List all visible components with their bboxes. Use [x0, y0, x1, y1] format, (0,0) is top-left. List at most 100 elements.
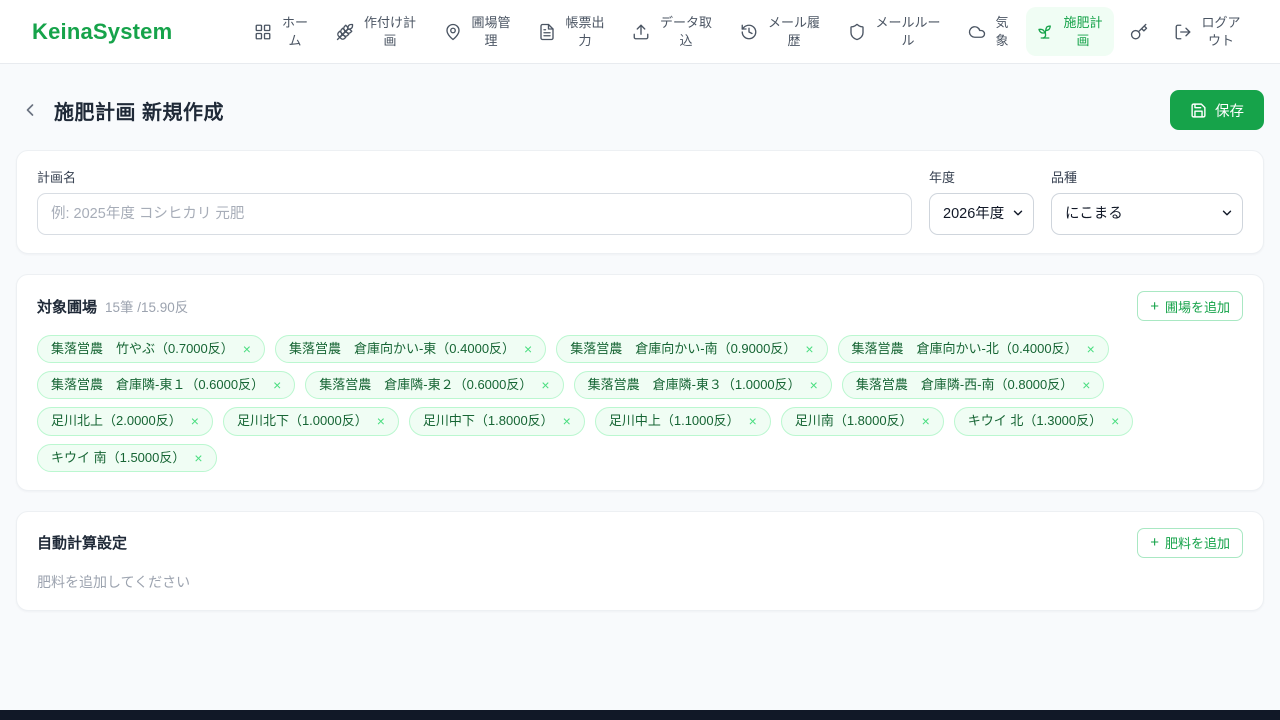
nav-item-label: ホーム [281, 14, 308, 48]
chip-remove-button[interactable]: × [273, 378, 281, 392]
field-chip: 足川中下（1.8000反） × [408, 407, 585, 436]
chip-remove-button[interactable]: × [541, 378, 549, 392]
field-chip-label: キウイ 北（1.3000反） [967, 413, 1103, 429]
nav-item-label: ログアウト [1201, 14, 1241, 48]
field-chip: 集落営農 倉庫隣-東３（1.0000反） × [573, 371, 832, 400]
target-fields-title: 対象圃場 [37, 298, 98, 316]
field-chip-label: 集落営農 倉庫向かい-南（0.9000反） [570, 341, 797, 356]
chip-remove-button[interactable]: × [805, 342, 813, 356]
field-chip-label: 足川北上（2.0000反） [51, 413, 182, 429]
field-chip: 集落営農 倉庫隣-東２（0.6000反） × [305, 371, 564, 400]
chip-remove-button[interactable]: × [810, 378, 818, 392]
field-chip: 集落営農 倉庫向かい-北（0.4000反） × [837, 335, 1109, 364]
field-chip: キウイ 南（1.5000反） × [37, 443, 217, 472]
main-content: 施肥計画 新規作成 保存 計画名 年度 2026年度 品種 にこまる [0, 90, 1280, 611]
chip-remove-button[interactable]: × [1082, 378, 1090, 392]
save-button-label: 保存 [1215, 103, 1244, 120]
top-navigation-bar: KeinaSystem ホーム 作付け計画 圃場管理 帳票出力 データ取込 メー… [0, 0, 1280, 64]
auto-calc-card: 自動計算設定 + 肥料を追加 肥料を追加してください [16, 510, 1264, 611]
plan-name-input[interactable] [37, 193, 912, 235]
chip-remove-button[interactable]: × [194, 451, 202, 465]
nav-item-mail-rules[interactable]: メールルール [838, 7, 952, 56]
field-chip-label: 足川北下（1.0000反） [236, 413, 368, 429]
add-fertilizer-button[interactable]: + 肥料を追加 [1137, 527, 1243, 558]
nav-item-label: 圃場管理 [471, 14, 511, 48]
chip-remove-button[interactable]: × [563, 414, 571, 428]
add-field-button-label: 圃場を追加 [1164, 299, 1230, 315]
auto-calc-title: 自動計算設定 [37, 535, 128, 553]
empty-message: 肥料を追加してください [37, 573, 191, 590]
field-chip-label: 集落営農 倉庫隣-西-南（0.8000反） [855, 377, 1074, 393]
field-chip-label: 集落営農 倉庫隣-東２（0.6000反） [319, 377, 533, 393]
chip-remove-button[interactable]: × [749, 414, 757, 428]
back-button[interactable] [16, 96, 44, 124]
plus-icon: + [1150, 534, 1159, 552]
field-chip-label: キウイ 南（1.5000反） [51, 449, 186, 465]
nav-item-label: 施肥計画 [1063, 14, 1103, 48]
wheat-icon [336, 23, 354, 41]
field-chip-list: 集落営農 竹やぶ（0.7000反） × 集落営農 倉庫向かい-東（0.4000反）… [37, 335, 1243, 472]
nav-item-label: 作付け計画 [363, 14, 416, 48]
save-button[interactable]: 保存 [1170, 90, 1264, 130]
map-pin-icon [444, 23, 462, 41]
nav-item-label: データ取込 [659, 14, 712, 48]
field-chip: 集落営農 倉庫向かい-東（0.4000反） × [274, 335, 547, 364]
field-chip-label: 集落営農 竹やぶ（0.7000反） [51, 341, 234, 356]
field-chip-label: 集落営農 倉庫向かい-北（0.4000反） [851, 341, 1078, 356]
page-title: 施肥計画 新規作成 [54, 101, 225, 124]
field-chip-label: 集落営農 倉庫隣-東１（0.6000反） [51, 377, 265, 393]
field-chip-label: 足川中下（1.8000反） [422, 413, 554, 429]
nav-item-label: 帳票出力 [565, 14, 605, 48]
plan-name-label: 計画名 [37, 170, 77, 185]
field-chip-label: 集落営農 倉庫向かい-東（0.4000反） [288, 341, 516, 356]
cloud-icon [968, 23, 986, 41]
document-icon [538, 23, 556, 41]
target-fields-summary: 15筆 /15.90反 [105, 300, 189, 315]
chip-remove-button[interactable]: × [1111, 414, 1119, 428]
nav-item-field-management[interactable]: 圃場管理 [434, 7, 522, 56]
nav-item-weather[interactable]: 気象 [958, 7, 1020, 56]
add-fertilizer-button-label: 肥料を追加 [1164, 536, 1230, 552]
brand-logo[interactable]: KeinaSystem [32, 19, 172, 45]
bottom-bar [0, 710, 1280, 720]
shield-icon [848, 23, 866, 41]
field-chip: 集落営農 倉庫向かい-南（0.9000反） × [556, 335, 828, 364]
nav-item-fertilization-plan[interactable]: 施肥計画 [1026, 6, 1114, 57]
field-chip-label: 集落営農 倉庫隣-東３（1.0000反） [587, 377, 801, 393]
chip-remove-button[interactable]: × [922, 414, 930, 428]
field-chip-label: 足川南（1.8000反） [794, 413, 913, 429]
nav-item-label: 気象 [995, 14, 1009, 48]
variety-label: 品種 [1051, 170, 1078, 185]
nav-item-label: メールルール [875, 14, 941, 48]
nav-item-planting-plan[interactable]: 作付け計画 [326, 7, 428, 56]
chip-remove-button[interactable]: × [524, 342, 532, 356]
chevron-left-icon [20, 100, 40, 120]
grid-icon [254, 23, 272, 41]
nav-item-key[interactable] [1120, 16, 1158, 48]
nav-item-label: メール履歴 [767, 14, 820, 48]
field-chip: 集落営農 倉庫隣-東１（0.6000反） × [37, 371, 296, 400]
nav-item-mail-history[interactable]: メール履歴 [730, 7, 832, 56]
chip-remove-button[interactable]: × [191, 414, 199, 428]
year-label: 年度 [929, 170, 956, 185]
field-chip: 足川北上（2.0000反） × [37, 407, 213, 436]
chip-remove-button[interactable]: × [1087, 342, 1095, 356]
variety-select[interactable]: にこまる [1051, 193, 1243, 235]
add-field-button[interactable]: + 圃場を追加 [1137, 291, 1243, 321]
nav-item-logout[interactable]: ログアウト [1164, 7, 1252, 56]
field-chip: 集落営農 竹やぶ（0.7000反） × [37, 335, 265, 364]
field-chip: 集落営農 倉庫隣-西-南（0.8000反） × [841, 371, 1105, 400]
history-icon [740, 23, 758, 41]
chip-remove-button[interactable]: × [377, 414, 385, 428]
nav-item-report-output[interactable]: 帳票出力 [528, 7, 616, 56]
key-icon [1130, 23, 1148, 41]
field-chip-label: 足川中上（1.1000反） [608, 413, 740, 429]
year-select[interactable]: 2026年度 [929, 193, 1034, 235]
nav-menu: ホーム 作付け計画 圃場管理 帳票出力 データ取込 メール履歴 メールルール 気… [244, 6, 1252, 57]
field-chip: 足川北下（1.0000反） × [222, 407, 399, 436]
page-header: 施肥計画 新規作成 保存 [16, 90, 1264, 130]
target-fields-card: 対象圃場 15筆 /15.90反 + 圃場を追加 集落営農 竹やぶ（0.7000… [16, 274, 1264, 491]
nav-item-data-import[interactable]: データ取込 [622, 7, 724, 56]
nav-item-home[interactable]: ホーム [244, 7, 320, 56]
chip-remove-button[interactable]: × [243, 342, 251, 356]
